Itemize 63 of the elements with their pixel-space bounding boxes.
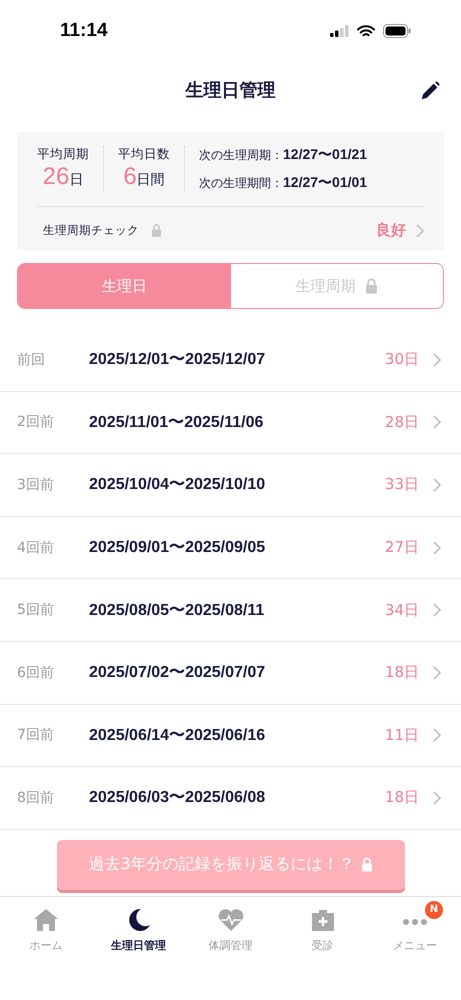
record-label: 2回前 bbox=[17, 413, 55, 432]
pencil-icon[interactable] bbox=[419, 80, 441, 102]
chevron-icon bbox=[433, 666, 441, 680]
record-days: 27日 bbox=[384, 538, 419, 558]
chevron-icon bbox=[416, 224, 424, 238]
record-row[interactable]: 2回前 2025/11/01〜2025/11/06 28日 bbox=[0, 392, 461, 454]
chevron-icon bbox=[433, 540, 441, 555]
chevron-icon bbox=[433, 728, 441, 742]
stat-label: 平均日数 bbox=[118, 146, 170, 163]
record-label: 4回前 bbox=[17, 538, 55, 557]
record-dates: 2025/06/03〜2025/06/08 bbox=[89, 788, 266, 808]
check-result: 良好 bbox=[376, 221, 406, 240]
status-time: 11:14 bbox=[60, 20, 108, 42]
record-dates: 2025/10/04〜2025/10/10 bbox=[89, 475, 266, 496]
record-dates: 2025/07/02〜2025/07/07 bbox=[89, 663, 266, 684]
next-value: 12/27〜01/21 bbox=[283, 146, 368, 164]
stat-value: 6日間 bbox=[123, 163, 165, 191]
tab-bar-item[interactable]: 生理日管理 bbox=[92, 904, 184, 954]
record-dates: 2025/06/14〜2025/06/16 bbox=[89, 726, 266, 746]
record-days: 34日 bbox=[384, 600, 419, 620]
record-dates: 2025/12/01〜2025/12/07 bbox=[89, 350, 266, 370]
record-label: 前回 bbox=[17, 350, 46, 369]
record-days: 33日 bbox=[384, 475, 419, 494]
record-label: 7回前 bbox=[17, 726, 55, 744]
record-row[interactable]: 前回 2025/12/01〜2025/12/07 30日 bbox=[0, 329, 461, 392]
chevron-icon bbox=[433, 352, 441, 367]
record-days: 18日 bbox=[384, 663, 419, 682]
record-row[interactable]: 6回前 2025/07/02〜2025/07/07 18日 bbox=[0, 642, 461, 705]
record-days: 28日 bbox=[384, 412, 419, 432]
more-icon bbox=[402, 918, 427, 925]
record-row[interactable]: 7回前 2025/06/14〜2025/06/16 11日 bbox=[0, 704, 461, 768]
page-title: 生理日管理 bbox=[186, 79, 276, 102]
check-label: 生理周期チェック bbox=[43, 223, 139, 238]
battery-icon bbox=[383, 24, 411, 38]
record-row[interactable]: 8回前 2025/06/03〜2025/06/08 18日 bbox=[0, 767, 461, 830]
record-label: 5回前 bbox=[17, 601, 55, 620]
stat-label: 平均周期 bbox=[37, 146, 89, 163]
stat-value: 26 日 bbox=[42, 163, 84, 191]
record-label: 8回前 bbox=[17, 788, 55, 807]
next-label: 次の生理期間： bbox=[199, 175, 283, 192]
record-label: 6回前 bbox=[17, 664, 55, 682]
chevron-icon bbox=[433, 478, 441, 492]
record-days: 11日 bbox=[384, 726, 419, 745]
next-value: 12/27〜01/01 bbox=[283, 174, 368, 192]
lock-icon bbox=[151, 224, 162, 237]
record-label: 3回前 bbox=[17, 476, 55, 494]
record-row[interactable]: 3回前 2025/10/04〜2025/10/10 33日 bbox=[0, 454, 461, 517]
record-row[interactable]: 5回前 2025/08/05〜2025/08/11 34日 bbox=[0, 579, 461, 642]
record-row[interactable]: 4回前 2025/09/01〜2025/09/05 27日 bbox=[0, 516, 461, 580]
record-days: 18日 bbox=[384, 788, 419, 808]
lock-icon bbox=[360, 857, 373, 872]
lock-icon bbox=[365, 278, 378, 294]
signal-icon bbox=[330, 25, 349, 37]
chevron-icon bbox=[433, 790, 441, 805]
record-dates: 2025/09/01〜2025/09/05 bbox=[89, 538, 266, 558]
wifi-icon bbox=[357, 24, 375, 38]
record-days: 30日 bbox=[384, 350, 419, 370]
chevron-icon bbox=[433, 603, 441, 618]
next-label: 次の生理周期： bbox=[199, 147, 283, 164]
record-dates: 2025/11/01〜2025/11/06 bbox=[89, 412, 264, 433]
notification-badge: N bbox=[424, 900, 443, 919]
chevron-icon bbox=[433, 415, 441, 430]
record-dates: 2025/08/05〜2025/08/11 bbox=[89, 600, 266, 621]
